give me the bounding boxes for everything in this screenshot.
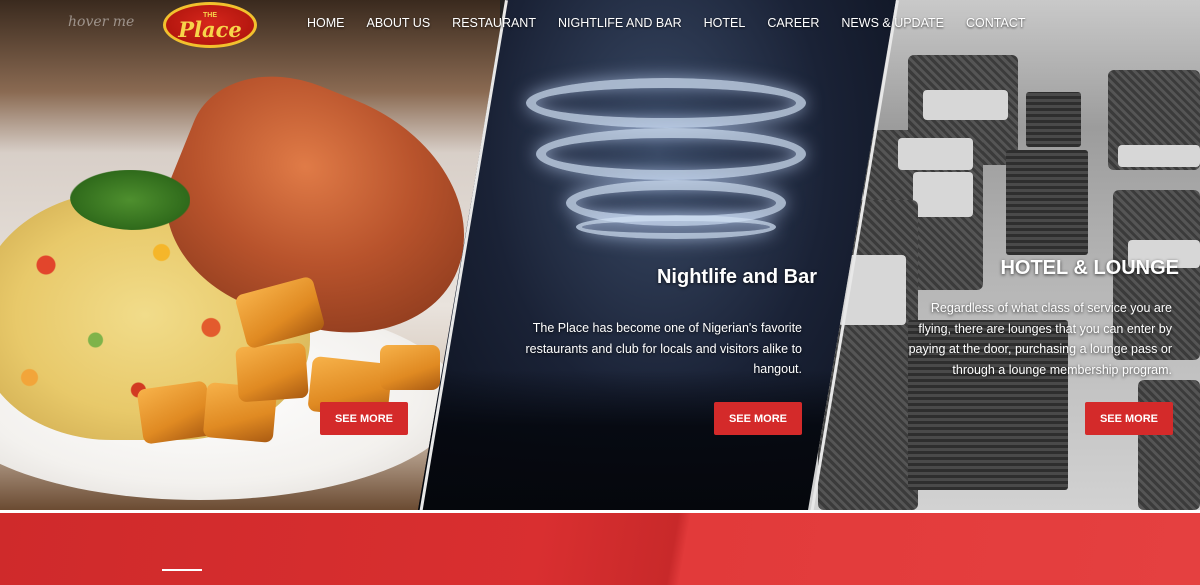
nav-item-contact[interactable]: CONTACT [966,16,1026,30]
nightlife-see-more-button[interactable]: SEE MORE [714,402,802,435]
band-underline [162,569,202,571]
the-place-logo[interactable]: THE Place [163,2,257,48]
nav-item-home[interactable]: HOME [307,16,345,30]
plantain-image [235,342,309,403]
plantain-image [136,380,214,445]
hotel-description: Regardless of what class of service you … [882,298,1172,380]
hero-slider [0,0,1200,510]
rattan-table [1026,92,1081,147]
plantain-image [380,345,440,390]
chair-cushion [898,138,973,170]
hover-me-text: hover me [68,14,135,30]
hotel-description-line: through a lounge membership program. [952,362,1172,377]
nightlife-description: The Place has become one of Nigerian's f… [482,318,802,380]
chandelier-ring [526,78,806,128]
main-nav: HOME ABOUT US RESTAURANT NIGHTLIFE AND B… [307,16,1025,30]
nav-item-news-update[interactable]: NEWS & UPDATE [841,16,944,30]
chandelier-ring [576,215,776,239]
hotel-see-more-button[interactable]: SEE MORE [1085,402,1173,435]
nav-item-hotel[interactable]: HOTEL [704,16,746,30]
nightlife-description-line: The Place has become one of Nigerian's f… [532,321,802,335]
nav-item-career[interactable]: CAREER [767,16,819,30]
nav-item-about-us[interactable]: ABOUT US [367,16,431,30]
nightlife-description-line: hangout. [753,362,802,376]
hotel-description-line: paying at the door, purchasing a lounge … [908,342,1172,356]
nav-item-nightlife-and-bar[interactable]: NIGHTLIFE AND BAR [558,16,682,30]
nav-item-restaurant[interactable]: RESTAURANT [452,16,536,30]
nightlife-description-line: restaurants and club for locals and visi… [525,341,802,356]
chair-cushion [923,90,1008,120]
restaurant-see-more-button[interactable]: SEE MORE [320,402,408,435]
hotel-title: HOTEL & LOUNGE [1000,257,1179,279]
chair-cushion [913,172,973,217]
hotel-description-line: flying, there are lounges that you can e… [918,321,1172,336]
chandelier-ring [536,128,806,180]
nightlife-title: Nightlife and Bar [656,266,817,288]
hotel-description-line: Regardless of what class of service you … [930,301,1172,315]
chair-cushion [1118,145,1200,167]
red-footer-band [0,510,1200,585]
rattan-table [1006,150,1088,255]
logo-main-text: Place [178,16,242,42]
restaurant-panel[interactable] [0,0,503,510]
lounge-chair [1138,380,1200,510]
